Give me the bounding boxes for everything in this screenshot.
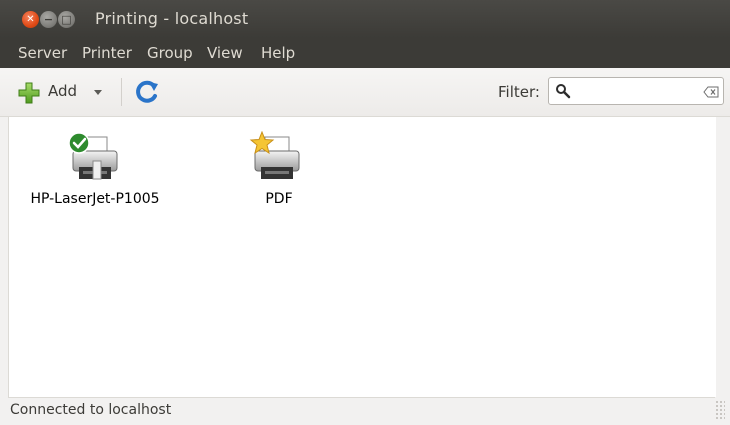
filter-field[interactable] — [548, 77, 724, 105]
menu-view[interactable]: View — [207, 44, 243, 62]
filter-input[interactable] — [577, 82, 697, 100]
resize-grip[interactable] — [715, 400, 725, 420]
minimize-icon: − — [43, 13, 54, 26]
menu-group[interactable]: Group — [147, 44, 193, 62]
clear-icon[interactable] — [703, 86, 719, 98]
printer-list: HP-LaserJet-P1005 PDF — [8, 117, 716, 397]
minimize-window-button[interactable]: − — [40, 11, 57, 28]
printer-icon — [68, 132, 118, 180]
refresh-icon[interactable] — [134, 80, 162, 104]
status-text: Connected to localhost — [10, 402, 172, 418]
status-bar: Connected to localhost — [8, 397, 725, 422]
toolbar-separator — [121, 78, 122, 106]
printer-name-hp: HP-LaserJet-P1005 — [30, 191, 160, 207]
printing-window: ✕ − □ Printing - localhost Server Printe… — [0, 0, 730, 425]
plus-icon — [18, 82, 40, 104]
window-title: Printing - localhost — [95, 9, 249, 28]
close-icon: ✕ — [26, 14, 35, 25]
add-label: Add — [48, 82, 78, 100]
default-check-badge — [68, 132, 90, 154]
filter-label: Filter: — [498, 83, 540, 101]
menu-help[interactable]: Help — [261, 44, 295, 62]
printer-name-pdf: PDF — [265, 191, 293, 207]
menu-bar: Server Printer Group View Help — [0, 38, 730, 68]
dropdown-arrow-icon[interactable] — [94, 90, 102, 95]
title-bar[interactable]: ✕ − □ Printing - localhost — [0, 0, 730, 38]
toolbar: Add Filter: — [0, 68, 730, 117]
menu-printer[interactable]: Printer — [82, 44, 132, 62]
search-icon — [556, 84, 571, 99]
add-printer-button[interactable]: Add — [16, 79, 108, 105]
maximize-window-button[interactable]: □ — [58, 11, 75, 28]
printer-icon — [249, 131, 300, 179]
menu-server[interactable]: Server — [18, 44, 67, 62]
close-window-button[interactable]: ✕ — [22, 11, 39, 28]
maximize-icon: □ — [61, 13, 72, 26]
